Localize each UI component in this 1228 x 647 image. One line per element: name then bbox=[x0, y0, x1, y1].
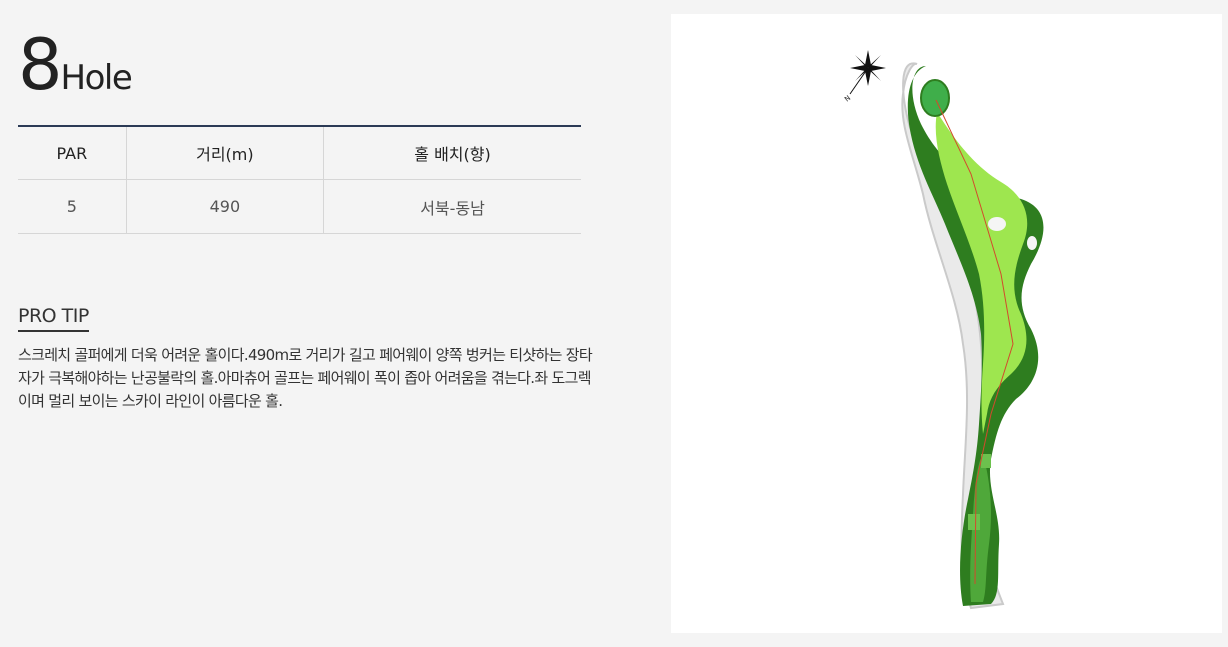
hole-map: N bbox=[671, 14, 1222, 633]
compass-label: N bbox=[843, 94, 852, 104]
pro-tip-text: 스크레치 골퍼에게 더욱 어려운 홀이다.490m로 거리가 길고 페어웨이 양… bbox=[18, 346, 593, 410]
header-distance: 거리(m) bbox=[125, 126, 324, 180]
cell-orientation: 서북-동남 bbox=[323, 179, 581, 234]
cell-par: 5 bbox=[18, 179, 127, 234]
hole-map-svg: N bbox=[843, 50, 1044, 610]
compass-icon bbox=[849, 50, 886, 95]
header-orientation: 홀 배치(향) bbox=[323, 126, 581, 180]
table-row: 5 490 서북-동남 bbox=[18, 179, 581, 234]
tee-box bbox=[968, 514, 980, 530]
hole-number: 8 bbox=[18, 24, 63, 106]
header-par: PAR bbox=[18, 126, 127, 180]
hole-info-table: PAR 거리(m) 홀 배치(향) 5 490 서북-동남 bbox=[18, 125, 581, 234]
hole-word: Hole bbox=[60, 58, 133, 98]
table-header-row: PAR 거리(m) 홀 배치(향) bbox=[18, 126, 581, 180]
cell-distance: 490 bbox=[125, 179, 324, 234]
bunker bbox=[988, 217, 1006, 231]
tee-box bbox=[981, 454, 991, 468]
hole-title: 8 Hole bbox=[18, 24, 133, 106]
putting-green bbox=[920, 79, 950, 117]
pro-tip-heading: PRO TIP bbox=[18, 305, 89, 332]
bunker bbox=[1027, 236, 1037, 250]
